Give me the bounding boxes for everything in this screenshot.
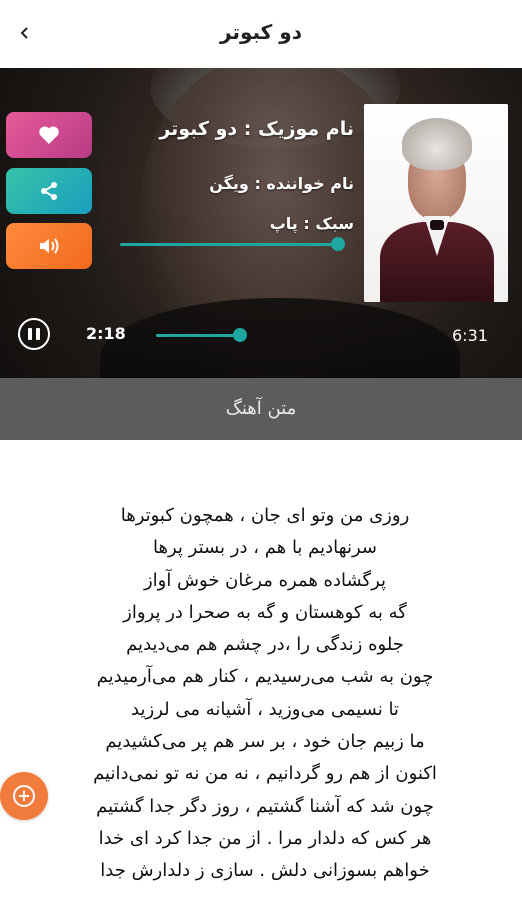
pause-icon: [28, 328, 32, 340]
player-card: نام موزیک : دو کبوتر نام خواننده : ویگن …: [0, 68, 522, 378]
lyrics-line: اکنون از هم رو گردانیم ، نه من نه تو نمی…: [93, 763, 437, 785]
like-button[interactable]: [6, 112, 92, 158]
lyrics-line: تا نسیمی می‌وزید ، آشیانه می لرزید: [131, 698, 399, 720]
lyrics-line: پرگشاده همره مرغان خوش آواز: [143, 569, 387, 591]
song-name: نام موزیک : دو کبوتر: [159, 118, 354, 140]
album-cover: [364, 104, 508, 302]
progress-slider-track[interactable]: [156, 334, 240, 337]
progress-slider-thumb[interactable]: [233, 328, 247, 342]
lyrics-line: ما زبیم جان خود ، بر سر هم پر می‌کشیدیم: [105, 731, 425, 753]
page-title: دو کبوتر: [220, 20, 302, 44]
song-genre: سبک : پاپ: [269, 214, 354, 233]
lyrics-line: چون به شب می‌رسیدیم ، کنار هم می‌آرمیدیم: [96, 666, 434, 688]
lyrics-line: چون شد که آشنا گشتیم ، روز دگر جدا گشتیم: [96, 795, 434, 817]
total-time: 6:31: [452, 326, 488, 345]
singer-name: نام خواننده : ویگن: [209, 174, 354, 193]
volume-icon: [40, 238, 59, 254]
heart-icon: [39, 126, 59, 144]
volume-button[interactable]: [6, 223, 92, 269]
lyrics-line: هر کس که دلدار مرا . از من جدا کرد ای خد…: [98, 827, 432, 849]
lyrics-line: خواهم بسوزانی دلش . سازی ز دلدارش جدا: [100, 860, 430, 882]
share-icon: [41, 182, 57, 200]
current-time: 2:18: [86, 324, 126, 343]
lyrics-tab[interactable]: متن آهنگ: [0, 378, 522, 440]
lyrics-line: جلوه زندگی را ،در چشم هم می‌دیدیم: [126, 634, 404, 656]
top-app-bar: دو کبوتر: [0, 0, 522, 69]
add-circle-icon: +: [13, 785, 35, 807]
lyrics-line: روزی من وتو ای جان ، همچون کبوترها: [120, 505, 410, 526]
volume-slider-track[interactable]: [120, 243, 338, 246]
share-button[interactable]: [6, 168, 92, 214]
lyrics-text: روزی من وتو ای جان ، همچون کبوترها سرنهاد…: [40, 500, 490, 888]
volume-slider-thumb[interactable]: [331, 237, 345, 251]
lyrics-line: سرنهادیم با هم ، در بستر پرها: [153, 537, 377, 559]
add-button[interactable]: +: [0, 772, 48, 820]
lyrics-line: گه به کوهستان و گه به صحرا در پرواز: [123, 601, 407, 623]
pause-button[interactable]: [18, 318, 50, 350]
